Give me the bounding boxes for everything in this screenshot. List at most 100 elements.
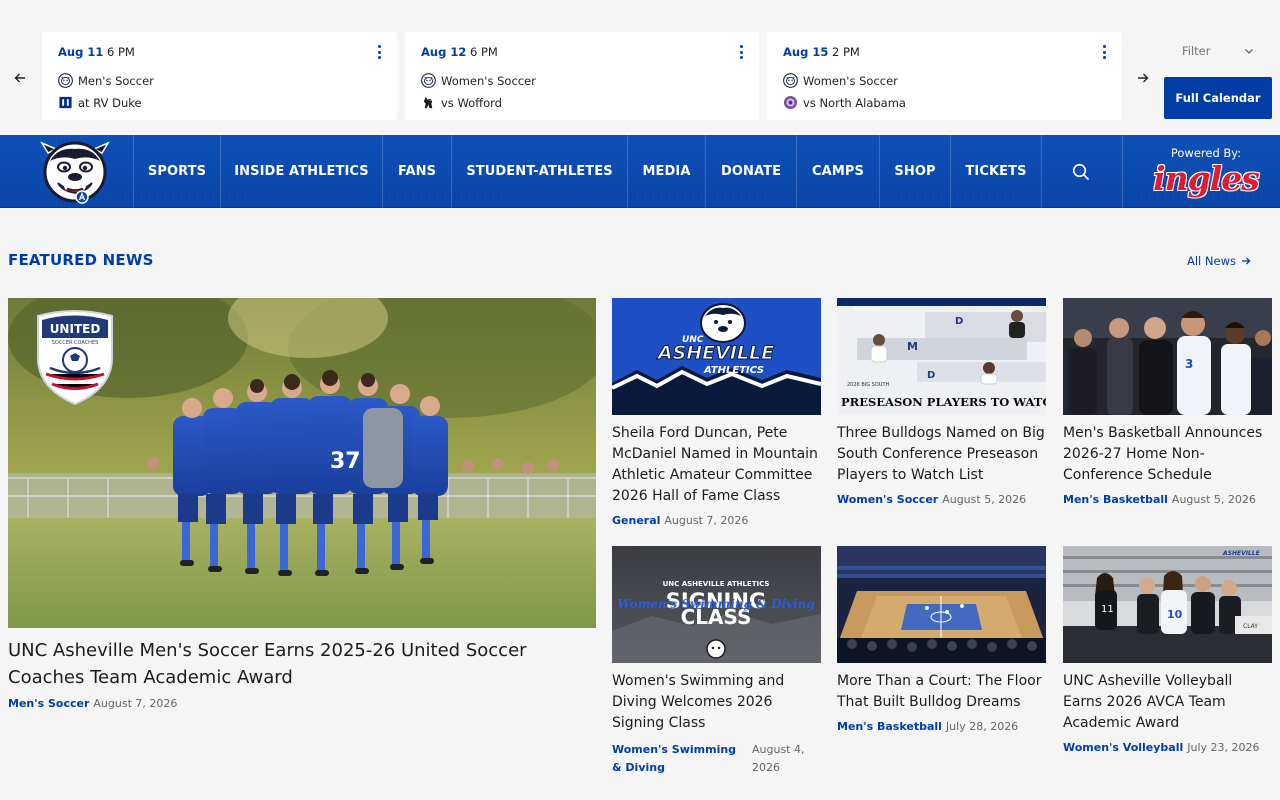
filter-label: Filter <box>1182 44 1211 58</box>
news-card-meta: Women's Soccer August 5, 2026 <box>837 493 1026 506</box>
nav-item-shop[interactable]: SHOP <box>880 135 950 208</box>
news-card-title[interactable]: Three Bulldogs Named on Big South Confer… <box>837 423 1049 486</box>
svg-text:ASHEVILLE: ASHEVILLE <box>1222 550 1261 557</box>
hero-news-title[interactable]: UNC Asheville Men's Soccer Earns 2025-26… <box>8 637 588 691</box>
game-opponent: vs North Alabama <box>803 95 906 110</box>
svg-text:D: D <box>955 316 963 327</box>
nav-item-sports[interactable]: SPORTS <box>134 135 220 208</box>
nav-item-donate[interactable]: DONATE <box>706 135 796 208</box>
bulldog-logo-icon <box>58 73 73 88</box>
nav-item-student-athletes[interactable]: STUDENT-ATHLETES <box>452 135 627 208</box>
sponsor-logo[interactable]: ingles <box>1153 159 1260 203</box>
all-news-link[interactable]: All News <box>1187 254 1251 268</box>
north-alabama-lion-logo-icon <box>783 95 798 110</box>
main-navigation: SPORTS INSIDE ATHLETICS FANS STUDENT-ATH… <box>0 135 1280 208</box>
game-time: 2 PM <box>831 45 860 59</box>
news-card-image[interactable]: D M D ASHEVILLE 2026 BIG SOUTH PRESEASON… <box>837 298 1046 415</box>
news-date: July 28, 2026 <box>945 720 1019 733</box>
news-category-link[interactable]: Men's Basketball <box>1063 493 1168 506</box>
news-date: August 7, 2026 <box>93 697 178 710</box>
news-date: July 23, 2026 <box>1187 741 1260 754</box>
powered-by-label: Powered By: <box>1170 146 1242 160</box>
schedule-prev-arrow-icon[interactable] <box>8 66 32 90</box>
svg-text:M: M <box>907 340 918 353</box>
news-card-meta: Men's Basketball August 5, 2026 <box>1063 493 1256 506</box>
badge-text: UNITED <box>50 322 101 336</box>
all-news-label: All News <box>1187 254 1236 268</box>
nav-item-media[interactable]: MEDIA <box>628 135 705 208</box>
news-card-image[interactable]: ASHEVILLE 11 10 CLAY <box>1063 546 1272 663</box>
news-category-link[interactable]: Women's Swimming & Diving <box>612 743 736 774</box>
search-icon[interactable] <box>1072 163 1090 181</box>
wofford-terrier-logo-icon <box>423 96 433 109</box>
news-card-meta: Women's Volleyball July 23, 2026 <box>1063 741 1260 754</box>
game-time: 6 PM <box>469 45 498 59</box>
news-category-link[interactable]: Men's Soccer <box>8 697 89 710</box>
news-card-image[interactable] <box>837 546 1046 663</box>
game-date: Aug 11 <box>58 45 104 59</box>
game-card[interactable]: Aug 11 6 PM Men's Soccer at RV Duke <box>42 32 397 120</box>
svg-text:37: 37 <box>330 449 361 474</box>
game-opponent: vs Wofford <box>441 95 502 110</box>
hero-news-meta: Men's Soccer August 7, 2026 <box>8 697 177 710</box>
news-card-title[interactable]: Sheila Ford Duncan, Pete McDaniel Named … <box>612 423 824 507</box>
game-sport: Women's Soccer <box>441 73 536 88</box>
bulldog-logo-icon <box>421 73 436 88</box>
svg-text:10: 10 <box>1167 608 1183 621</box>
game-time: 6 PM <box>106 45 135 59</box>
svg-text:11: 11 <box>1101 604 1114 615</box>
card-image-text: PRESEASON PLAYERS TO WATCH <box>841 395 1046 409</box>
news-date: August 4, 2026 <box>752 743 805 774</box>
game-date: Aug 12 <box>421 45 467 59</box>
svg-text:3: 3 <box>1185 357 1193 371</box>
full-calendar-button[interactable]: Full Calendar <box>1164 77 1272 119</box>
game-card[interactable]: Aug 15 2 PM Women's Soccer vs North Alab… <box>767 32 1122 120</box>
hero-news-image[interactable]: 37 UNITED SOCCER COACHES <box>8 298 596 628</box>
news-category-link[interactable]: General <box>612 514 660 527</box>
news-date: August 5, 2026 <box>942 493 1027 506</box>
news-card-meta: General August 7, 2026 <box>612 514 748 527</box>
nav-item-tickets[interactable]: TICKETS <box>951 135 1041 208</box>
news-category-link[interactable]: Men's Basketball <box>837 720 942 733</box>
schedule-filter-dropdown[interactable]: Filter <box>1164 40 1264 62</box>
news-date: August 7, 2026 <box>664 514 749 527</box>
game-sport: Men's Soccer <box>78 73 154 88</box>
news-card-title[interactable]: UNC Asheville Volleyball Earns 2026 AVCA… <box>1063 671 1275 734</box>
news-category-link[interactable]: Women's Soccer <box>837 493 938 506</box>
news-card-image[interactable]: UNC ASHEVILLE ATHLETICS SIGNING CLASS Wo… <box>612 546 821 663</box>
badge-sub-text: SOCCER COACHES <box>52 340 99 346</box>
game-date: Aug 15 <box>783 45 829 59</box>
nav-item-inside-athletics[interactable]: INSIDE ATHLETICS <box>221 135 382 208</box>
featured-news-title: FEATURED NEWS <box>8 251 154 269</box>
game-sport: Women's Soccer <box>803 73 898 88</box>
more-options-icon[interactable] <box>375 45 383 59</box>
news-card-image[interactable]: UNC ASHEVILLE ATHLETICS <box>612 298 821 415</box>
more-options-icon[interactable] <box>737 45 745 59</box>
news-card-category: Women's Swimming & Diving <box>612 741 737 777</box>
news-card-image[interactable]: 3 <box>1063 298 1272 415</box>
nav-item-camps[interactable]: CAMPS <box>797 135 879 208</box>
card-image-text: ASHEVILLE <box>656 342 774 364</box>
news-card-title[interactable]: Women's Swimming and Diving Welcomes 202… <box>612 671 824 734</box>
duke-logo-icon <box>59 96 72 109</box>
svg-text:D: D <box>927 370 935 381</box>
bulldog-logo-icon <box>783 73 798 88</box>
bulldog-logo-icon[interactable] <box>40 139 110 205</box>
schedule-next-arrow-icon[interactable] <box>1131 66 1155 90</box>
card-image-text: 2026 BIG SOUTH <box>847 382 890 388</box>
news-category-link[interactable]: Women's Volleyball <box>1063 741 1183 754</box>
news-card-title[interactable]: Men's Basketball Announces 2026-27 Home … <box>1063 423 1275 486</box>
news-card-date: August 4, 2026 <box>752 741 822 777</box>
svg-text:CLAY: CLAY <box>1243 623 1258 630</box>
card-image-script-text: Women's Swimming & Diving <box>617 597 815 611</box>
news-card-title[interactable]: More Than a Court: The Floor That Built … <box>837 671 1049 713</box>
game-card[interactable]: Aug 12 6 PM Women's Soccer vs Wofford <box>405 32 759 120</box>
news-card-meta: Men's Basketball July 28, 2026 <box>837 720 1018 733</box>
card-image-text: ATHLETICS <box>703 365 764 376</box>
svg-text:ASHEVILLE: ASHEVILLE <box>853 307 880 313</box>
schedule-strip: Aug 11 6 PM Men's Soccer at RV Duke Aug … <box>0 0 1280 135</box>
nav-item-fans[interactable]: FANS <box>383 135 451 208</box>
more-options-icon[interactable] <box>1100 45 1108 59</box>
chevron-down-icon <box>1245 49 1253 54</box>
game-opponent: at RV Duke <box>78 95 142 110</box>
